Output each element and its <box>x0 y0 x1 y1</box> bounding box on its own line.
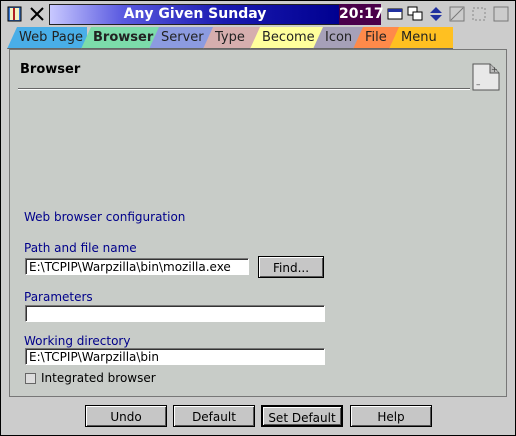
tab-web-page[interactable]: Web Page <box>7 27 87 49</box>
parameters-field[interactable] <box>25 305 325 322</box>
tab-menu[interactable]: Menu <box>389 27 453 49</box>
scroll-updown-icon[interactable] <box>428 6 444 22</box>
set-default-button[interactable]: Set Default <box>261 405 343 427</box>
tile-windows-icon[interactable] <box>407 6 423 22</box>
tab-browser[interactable]: Browser <box>81 27 161 49</box>
book-icon[interactable] <box>5 4 25 24</box>
close-icon[interactable] <box>27 4 47 24</box>
workdir-field[interactable]: E:\TCPIP\Warpzilla\bin <box>25 348 325 365</box>
help-button[interactable]: Help <box>350 405 432 427</box>
window-list-icon[interactable] <box>387 6 403 22</box>
svg-text:+: + <box>491 65 498 74</box>
path-field[interactable]: E:\TCPIP\Warpzilla\bin\mozilla.exe <box>25 258 249 275</box>
title-bar: Any Given Sunday 20:17 <box>1 1 515 27</box>
notebook-tabs: Web Page Browser Server Type Become Icon… <box>1 27 515 49</box>
window-title: Any Given Sunday <box>49 4 341 25</box>
section-title: Web browser configuration <box>24 210 186 224</box>
maximize-icon[interactable] <box>493 6 509 22</box>
find-button[interactable]: Find... <box>258 256 324 278</box>
parameters-label: Parameters <box>24 290 93 304</box>
header-divider <box>18 88 470 90</box>
integrated-browser-checkbox[interactable] <box>25 373 36 384</box>
properties-window: Any Given Sunday 20:17 Web Page Browser … <box>0 0 516 436</box>
hide-icon[interactable] <box>449 6 465 22</box>
restore-icon[interactable] <box>471 6 487 22</box>
page-title: Browser <box>20 62 81 77</box>
workdir-label: Working directory <box>24 334 131 348</box>
page-turn-icon[interactable]: –+ <box>472 63 500 91</box>
default-button[interactable]: Default <box>173 405 255 427</box>
browser-page: Browser – + Web browser configuration Pat… <box>9 49 507 397</box>
clock-display: 20:17 <box>339 4 384 25</box>
integrated-browser-label: Integrated browser <box>41 371 156 385</box>
path-label: Path and file name <box>24 241 137 255</box>
undo-button[interactable]: Undo <box>85 405 167 427</box>
button-bar: Undo Default Set Default Help <box>1 397 515 435</box>
svg-text:–: – <box>476 80 481 90</box>
